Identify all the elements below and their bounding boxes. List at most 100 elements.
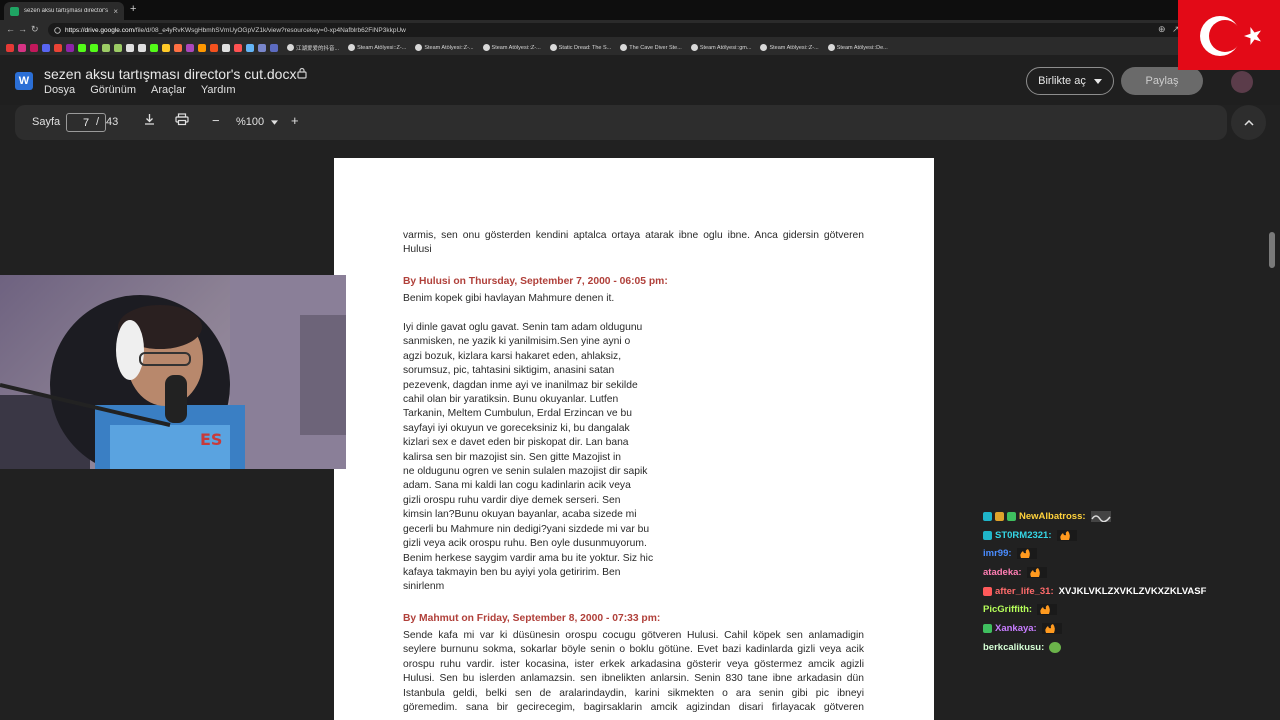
zoom-caret-icon[interactable] (271, 120, 278, 125)
zoom-icon[interactable]: ⊕ (1158, 24, 1166, 35)
share-button[interactable]: Paylaş (1121, 67, 1203, 95)
menu-view[interactable]: Görünüm (90, 84, 136, 96)
bookmark-app-icon[interactable] (174, 43, 182, 52)
bookmark-kick-icon[interactable] (150, 43, 158, 52)
bookmark-x-icon[interactable] (138, 43, 146, 52)
chat-username: after_life_31: (995, 585, 1054, 597)
tiktok-icon (287, 44, 294, 51)
bookmark-item[interactable]: 江湖爱爱的抖音... (287, 44, 339, 52)
bookmark-youtube-icon[interactable] (6, 43, 14, 52)
bookmark-item[interactable]: Static Dread: The S... (549, 44, 611, 51)
download-icon[interactable] (143, 113, 156, 129)
tab-close-icon[interactable]: × (113, 7, 118, 16)
new-tab-button[interactable]: + (130, 3, 136, 15)
text-line: kalirsa sen bir mazojist sin. Sen gitte … (403, 451, 622, 463)
bookmark-app-icon[interactable] (270, 43, 278, 52)
steam-icon (482, 44, 490, 51)
page-total: 43 (106, 116, 119, 128)
menu-help[interactable]: Yardım (201, 84, 236, 96)
reload-icon[interactable]: ↻ (31, 24, 39, 35)
bookmark-app-icon[interactable] (186, 43, 194, 52)
steam-icon (760, 44, 768, 51)
browser-tab[interactable]: sezen aksu tartışması director's cu... × (4, 2, 124, 20)
bookmark-item[interactable]: Steam Atölyesi::De... (827, 44, 888, 51)
bookmark-app-icon[interactable] (210, 43, 218, 52)
bookmark-download-icon[interactable] (126, 43, 134, 52)
chat-message: ST0RM2321: (983, 526, 1206, 545)
bookmark-item[interactable]: Steam Atölyesi::Z-... (482, 44, 541, 51)
bookmark-instagram-icon[interactable] (18, 43, 26, 52)
text-line: Benim herkese saygim vardir ama bu ite y… (403, 552, 654, 564)
shared-lock-icon[interactable] (296, 67, 308, 82)
caret-down-icon (1093, 78, 1102, 84)
avatar[interactable] (1231, 71, 1253, 93)
zoom-in-icon[interactable]: + (291, 113, 299, 128)
post-heading: By Mahmut on Friday, September 8, 2000 -… (403, 613, 661, 624)
text-line: sanmisken, ne yazik ki yanilmisim.Sen yi… (403, 336, 631, 348)
bookmark-app-icon[interactable] (162, 43, 170, 52)
fire-emote-icon (1026, 566, 1047, 578)
open-with-button[interactable]: Birlikte aç (1026, 67, 1114, 95)
bookmark-kick-icon[interactable] (90, 43, 98, 52)
text-line: agzi bozuk, kizlara karsi hakaret eden, … (403, 350, 622, 362)
url-path: /file/d/08_e4yRvKWsgHbmhSVmUyOGpVZ1k/vie… (134, 26, 406, 34)
bookmark-app-icon[interactable] (114, 43, 122, 52)
collapse-toolbar-button[interactable] (1231, 105, 1266, 140)
bookmark-app-icon[interactable] (246, 43, 254, 52)
zoom-out-icon[interactable]: − (212, 113, 220, 128)
text-line: sorumsuz, pic, tahtasini siktigim, anasi… (403, 365, 615, 377)
bookmark-gmail-icon[interactable] (54, 43, 62, 52)
text-line: ne oldugunu ogren ve senin sulalen mazoj… (403, 466, 648, 478)
bookmark-discord-icon[interactable] (42, 43, 50, 52)
text-line: kizlari sex e davet eden bir piskopat di… (403, 437, 629, 449)
scrollbar-thumb[interactable] (1269, 232, 1275, 268)
menu-tools[interactable]: Araçlar (151, 84, 186, 96)
bookmark-kick-icon[interactable] (78, 43, 86, 52)
chat-badge-icon (983, 623, 992, 633)
url-field[interactable]: https://drive.google.com/file/d/08_e4yRv… (48, 23, 1188, 37)
open-with-label: Birlikte aç (1038, 75, 1086, 87)
bookmark-item[interactable]: The Cave Diver Ste... (620, 44, 682, 51)
chat-message: PicGriffith: (983, 600, 1206, 619)
bookmark-app-icon[interactable] (30, 43, 38, 52)
chat-badge-icon (983, 511, 992, 521)
screen: sezen aksu tartışması director's cu... ×… (0, 0, 1280, 720)
site-info-icon[interactable] (54, 26, 61, 34)
chat-username: ST0RM2321: (995, 529, 1052, 541)
chat-badge-icon (995, 511, 1004, 521)
text-line: cahil olan bir yaratiksin. Bunu okuyanla… (403, 394, 619, 406)
chat-badge-icon (983, 530, 992, 540)
text-line: Hulusi (403, 244, 432, 256)
chat-username: NewAlbatross: (1019, 510, 1086, 522)
back-icon[interactable]: ← (6, 24, 15, 34)
page-number-input[interactable] (66, 113, 106, 132)
fire-emote-icon (1016, 548, 1037, 560)
zoom-level[interactable]: %100 (236, 116, 264, 128)
word-doc-icon: W (15, 72, 33, 90)
chat-badge-icon (1007, 511, 1016, 521)
text-line: göremedim. sana bir gecirecegim, bagirsa… (403, 702, 864, 714)
bookmark-app-icon[interactable] (258, 43, 266, 52)
text-line: gizli orospu ruhu vardir diye demek sers… (403, 494, 621, 506)
page-label: Sayfa (32, 116, 61, 128)
tab-title: sezen aksu tartışması director's cu... (24, 8, 109, 14)
text-line: kafaya takmayin ben bu ayiyi yola getiri… (403, 566, 621, 578)
bookmark-app-icon[interactable] (102, 43, 110, 52)
print-icon[interactable] (175, 113, 189, 129)
turkish-flag-image (1178, 0, 1280, 70)
bookmark-item[interactable]: Steam Atölyesi::gm... (690, 44, 751, 51)
bookmark-item[interactable]: Steam Atölyesi::Z-... (348, 44, 406, 51)
bookmark-item[interactable]: Steam Atölyesi::Z-... (415, 44, 474, 51)
text-line: kimsin lan?Bunu okuyan bayanlar, acaba s… (403, 509, 637, 521)
forward-icon[interactable]: → (18, 24, 27, 34)
doc-header: W sezen aksu tartışması director's cut.d… (0, 55, 1280, 105)
bookmark-app-icon[interactable] (222, 43, 230, 52)
text-line: gizli veya acik orospu ruhu. Ben oyle du… (403, 538, 647, 550)
bookmark-twitch-icon[interactable] (66, 43, 74, 52)
bookmark-app-icon[interactable] (234, 43, 242, 52)
chevron-up-icon (1243, 119, 1254, 126)
menu-file[interactable]: Dosya (44, 84, 75, 96)
text-line: Istanbula geldi, belki sen de aralarinda… (403, 687, 864, 699)
bookmark-item[interactable]: Steam Atölyesi::Z-... (760, 44, 819, 51)
bookmark-app-icon[interactable] (198, 43, 206, 52)
